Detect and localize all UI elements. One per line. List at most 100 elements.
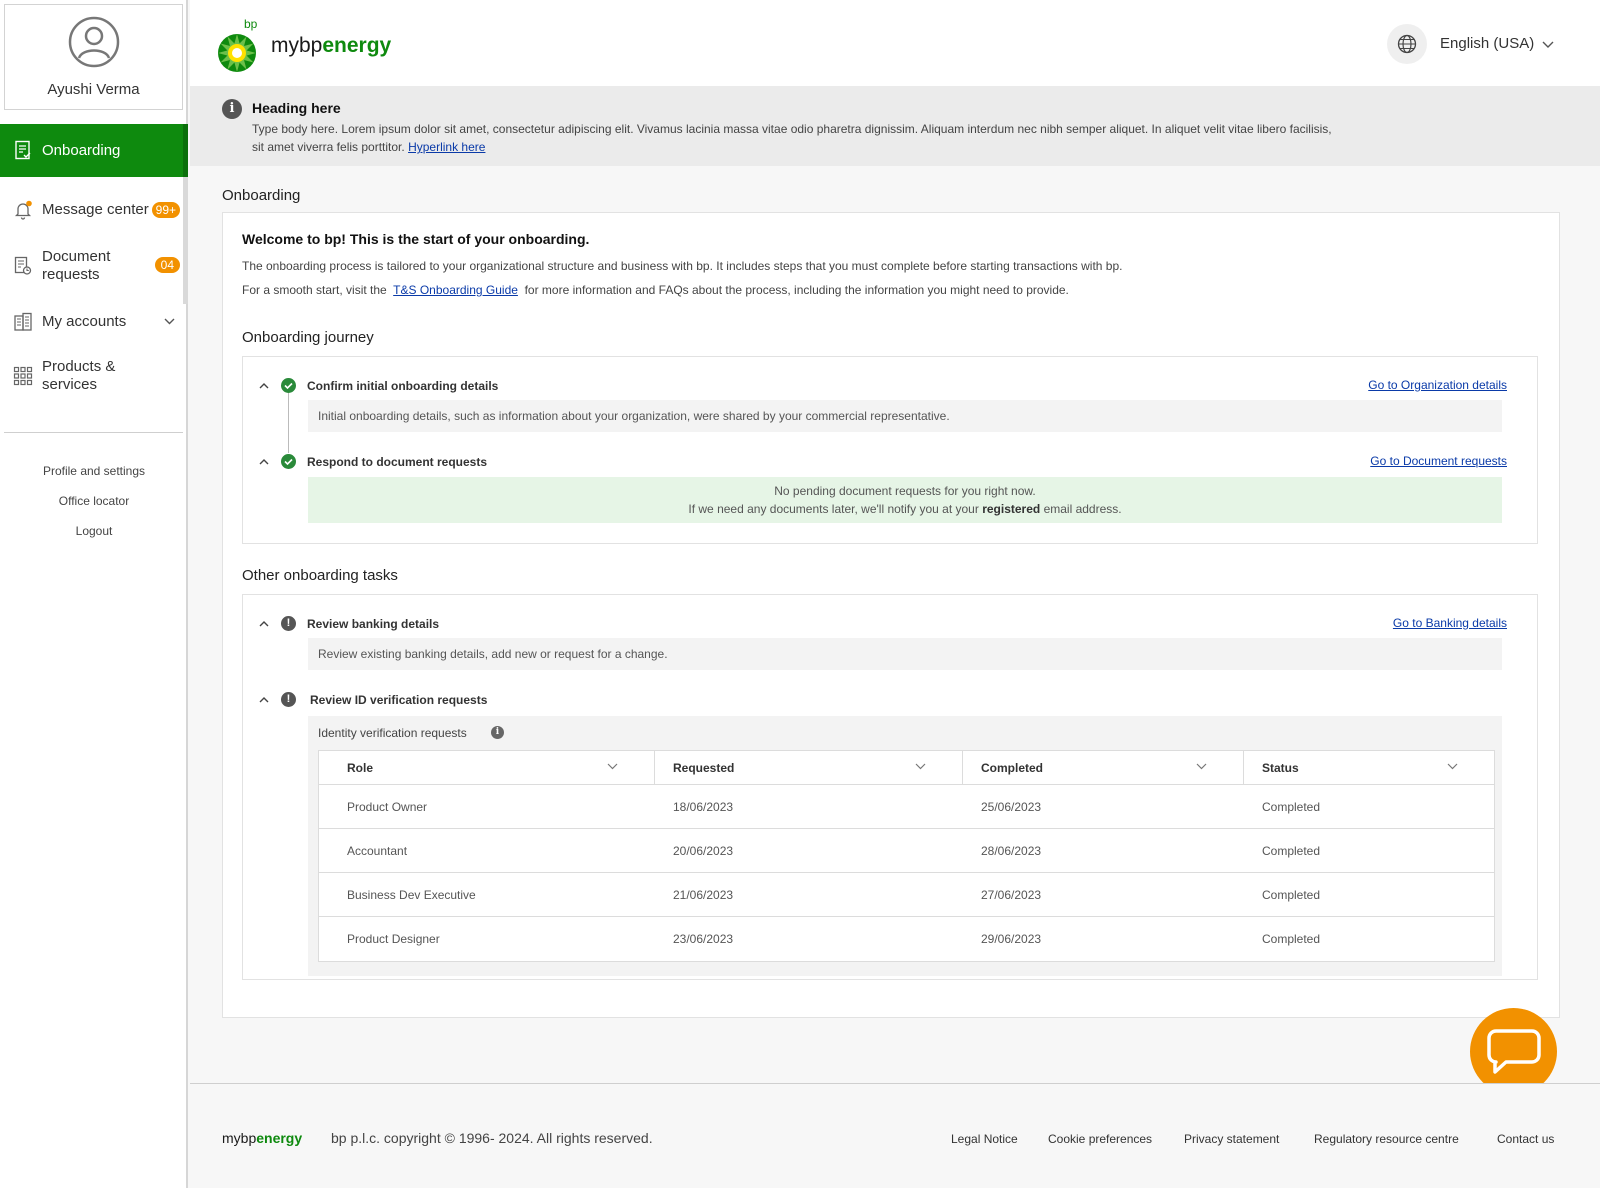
notice-line-1: No pending document requests for you rig… [774,484,1036,498]
brand-prefix: mybp [271,34,323,57]
check-mark [284,458,293,466]
label-line-1: Document [42,248,111,265]
sort-chevron-icon[interactable] [915,763,926,770]
sidebar-item-onboarding[interactable]: Onboarding [0,124,188,177]
cookie-preferences-link[interactable]: Cookie preferences [1048,1132,1152,1146]
other-tasks-panel: ! Review banking details Go to Banking d… [242,594,1538,980]
legal-notice-link[interactable]: Legal Notice [951,1132,1018,1146]
table-header-row: Role Requested Completed Status [319,751,1494,785]
document-icon [14,256,32,275]
sort-chevron-icon[interactable] [1196,763,1207,770]
info-icon: i [222,99,242,119]
column-header-requested[interactable]: Requested [655,751,963,784]
privacy-statement-link[interactable]: Privacy statement [1184,1132,1279,1146]
logout-link[interactable]: Logout [0,524,188,538]
onboarding-guide-link[interactable]: T&S Onboarding Guide [393,283,518,297]
cell-role: Accountant [347,843,408,858]
profile-name: Ayushi Verma [47,81,140,98]
id-verification-area: Identity verification requests i Role Re… [308,716,1502,976]
notice-line-2-after: email address. [1043,502,1122,516]
sidebar-item-label: Products & services [42,358,115,394]
profile-card[interactable]: Ayushi Verma [4,4,183,110]
column-header-status[interactable]: Status [1244,751,1494,784]
brand-suffix: energy [256,1130,303,1146]
step-connector [288,393,289,453]
cell-status: Completed [1262,799,1321,814]
journey-title: Onboarding journey [242,329,374,346]
welcome-heading: Welcome to bp! This is the start of your… [242,231,590,247]
sidebar-item-my-accounts[interactable]: My accounts [0,302,188,342]
cell-role: Product Designer [347,932,440,946]
brand-suffix: energy [322,34,392,57]
grid-icon [13,366,33,386]
chevron-down-icon[interactable] [164,318,175,325]
page-title: Onboarding [222,187,301,204]
footer-brand[interactable]: mybpenergy [222,1130,302,1146]
cell-role: Product Owner [347,799,428,814]
step-title: Review ID verification requests [310,693,488,707]
intro-text: The onboarding process is tailored to yo… [242,259,1123,273]
step-title: Review banking details [307,617,440,631]
bell-icon [14,200,32,220]
onboarding-card: Welcome to bp! This is the start of your… [222,212,1560,1018]
banner-body: Type body here. Lorem ipsum dolor sit am… [252,120,1332,156]
cell-requested: 20/06/2023 [673,843,734,858]
banner-title: Heading here [252,100,341,116]
table-row: Product Owner 18/06/2023 25/06/2023 Comp… [319,785,1494,829]
sidebar-divider [4,432,183,433]
footer: mybpenergy bp p.l.c. copyright © 1996- 2… [190,1083,1600,1188]
id-table-label: Identity verification requests [318,726,467,740]
chevron-up-icon[interactable] [259,381,269,391]
document-count-badge: 04 [154,257,180,273]
label-line-2: services [42,376,98,393]
copyright-text: bp p.l.c. copyright © 1996- 2024. All ri… [331,1130,653,1146]
sort-chevron-icon[interactable] [1447,763,1458,770]
contact-us-link[interactable]: Contact us [1497,1132,1554,1146]
regulatory-resource-link[interactable]: Regulatory resource centre [1314,1132,1459,1146]
sort-chevron-icon[interactable] [607,763,618,770]
step-description: Initial onboarding details, such as info… [308,400,1502,432]
banner-hyperlink[interactable]: Hyperlink here [408,140,485,154]
step-description: Review existing banking details, add new… [308,638,1502,670]
brand-name[interactable]: mybpenergy [271,34,391,58]
cell-completed: 28/06/2023 [981,843,1042,858]
alert-circle-icon: ! [281,616,296,631]
intro-guide-before: For a smooth start, visit the [242,283,387,297]
office-locator-link[interactable]: Office locator [0,494,188,508]
info-icon[interactable]: i [491,726,504,739]
check-circle-icon [281,378,296,393]
chevron-up-icon[interactable] [259,695,269,705]
onboarding-icon [15,140,31,160]
column-label: Status [1262,760,1299,775]
bp-helios-logo[interactable] [217,28,257,78]
profile-settings-link[interactable]: Profile and settings [0,464,188,478]
cell-requested: 18/06/2023 [673,799,734,814]
table-row: Business Dev Executive 21/06/2023 27/06/… [319,873,1494,917]
chevron-down-icon[interactable] [1542,41,1554,49]
language-globe-button[interactable] [1387,24,1427,64]
chat-button[interactable] [1470,1008,1557,1095]
sidebar-item-products-services[interactable]: Products & services [0,356,188,396]
journey-panel: Confirm initial onboarding details Go to… [242,356,1538,544]
cell-requested: 21/06/2023 [673,887,734,902]
sidebar-item-message-center[interactable]: Message center 99+ [0,190,188,230]
column-header-completed[interactable]: Completed [963,751,1244,784]
sidebar-item-label: My accounts [42,313,127,330]
brand-prefix: mybp [222,1130,257,1146]
step-title: Respond to document requests [307,455,488,469]
language-selector[interactable]: English (USA) [1440,35,1534,52]
sidebar-item-label: Message center [42,201,149,218]
organization-details-link[interactable]: Go to Organization details [1368,378,1507,392]
sidebar-item-label: Onboarding [42,142,121,159]
globe-icon [1397,34,1417,54]
notice-line-2-before: If we need any documents later, we'll no… [688,502,979,516]
column-header-role[interactable]: Role [319,751,655,784]
cell-completed: 27/06/2023 [981,887,1042,902]
chevron-up-icon[interactable] [259,619,269,629]
chevron-up-icon[interactable] [259,457,269,467]
top-header: bp mybpenergy English (USA) [190,0,1600,86]
sidebar-item-document-requests[interactable]: Document requests 04 [0,246,188,286]
cell-status: Completed [1262,932,1321,946]
document-requests-link[interactable]: Go to Document requests [1370,454,1507,468]
banking-details-link[interactable]: Go to Banking details [1393,616,1507,630]
